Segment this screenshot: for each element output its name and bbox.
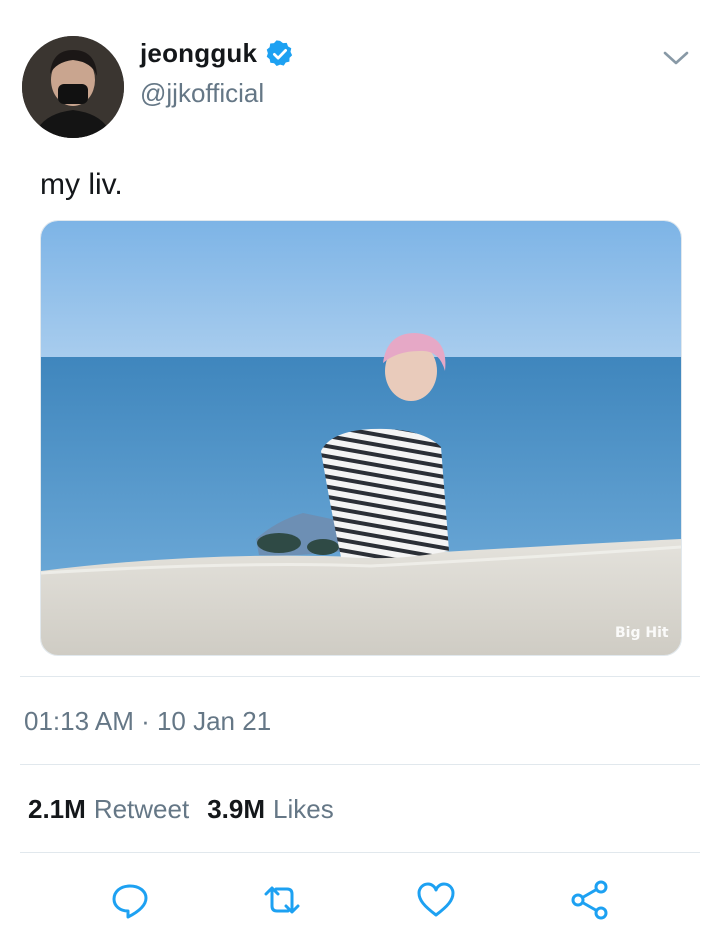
tweet-stats: 2.1M Retweet 3.9M Likes (28, 794, 344, 825)
watermark-text: Big Hit (615, 625, 669, 641)
display-name[interactable]: jeongguk (140, 38, 257, 69)
verified-badge-icon (265, 39, 295, 69)
share-icon (571, 880, 608, 920)
likes-label[interactable]: Likes (273, 794, 334, 825)
reply-button[interactable] (106, 876, 154, 924)
retweets-count[interactable]: 2.1M (28, 794, 86, 825)
retweet-icon (264, 886, 300, 914)
user-name-row: jeongguk (140, 38, 295, 69)
reply-icon (112, 884, 148, 919)
divider (20, 676, 700, 677)
tweet-text: my liv. (40, 168, 123, 201)
like-button[interactable] (412, 876, 460, 924)
retweet-button[interactable] (258, 876, 306, 924)
tweet-timestamp[interactable]: 01:13 AM · 10 Jan 21 (24, 706, 271, 737)
tweet-image[interactable]: Big Hit (40, 220, 682, 656)
like-icon (417, 882, 455, 917)
likes-count[interactable]: 3.9M (207, 794, 265, 825)
user-handle[interactable]: @jjkofficial (140, 78, 264, 109)
retweets-label[interactable]: Retweet (94, 794, 189, 825)
divider (20, 764, 700, 765)
chevron-down-icon (663, 51, 689, 65)
divider (20, 852, 700, 853)
tweet-menu-button[interactable] (660, 44, 692, 72)
avatar[interactable] (22, 36, 124, 138)
tweet-actions-bar (0, 876, 720, 926)
share-button[interactable] (566, 876, 614, 924)
